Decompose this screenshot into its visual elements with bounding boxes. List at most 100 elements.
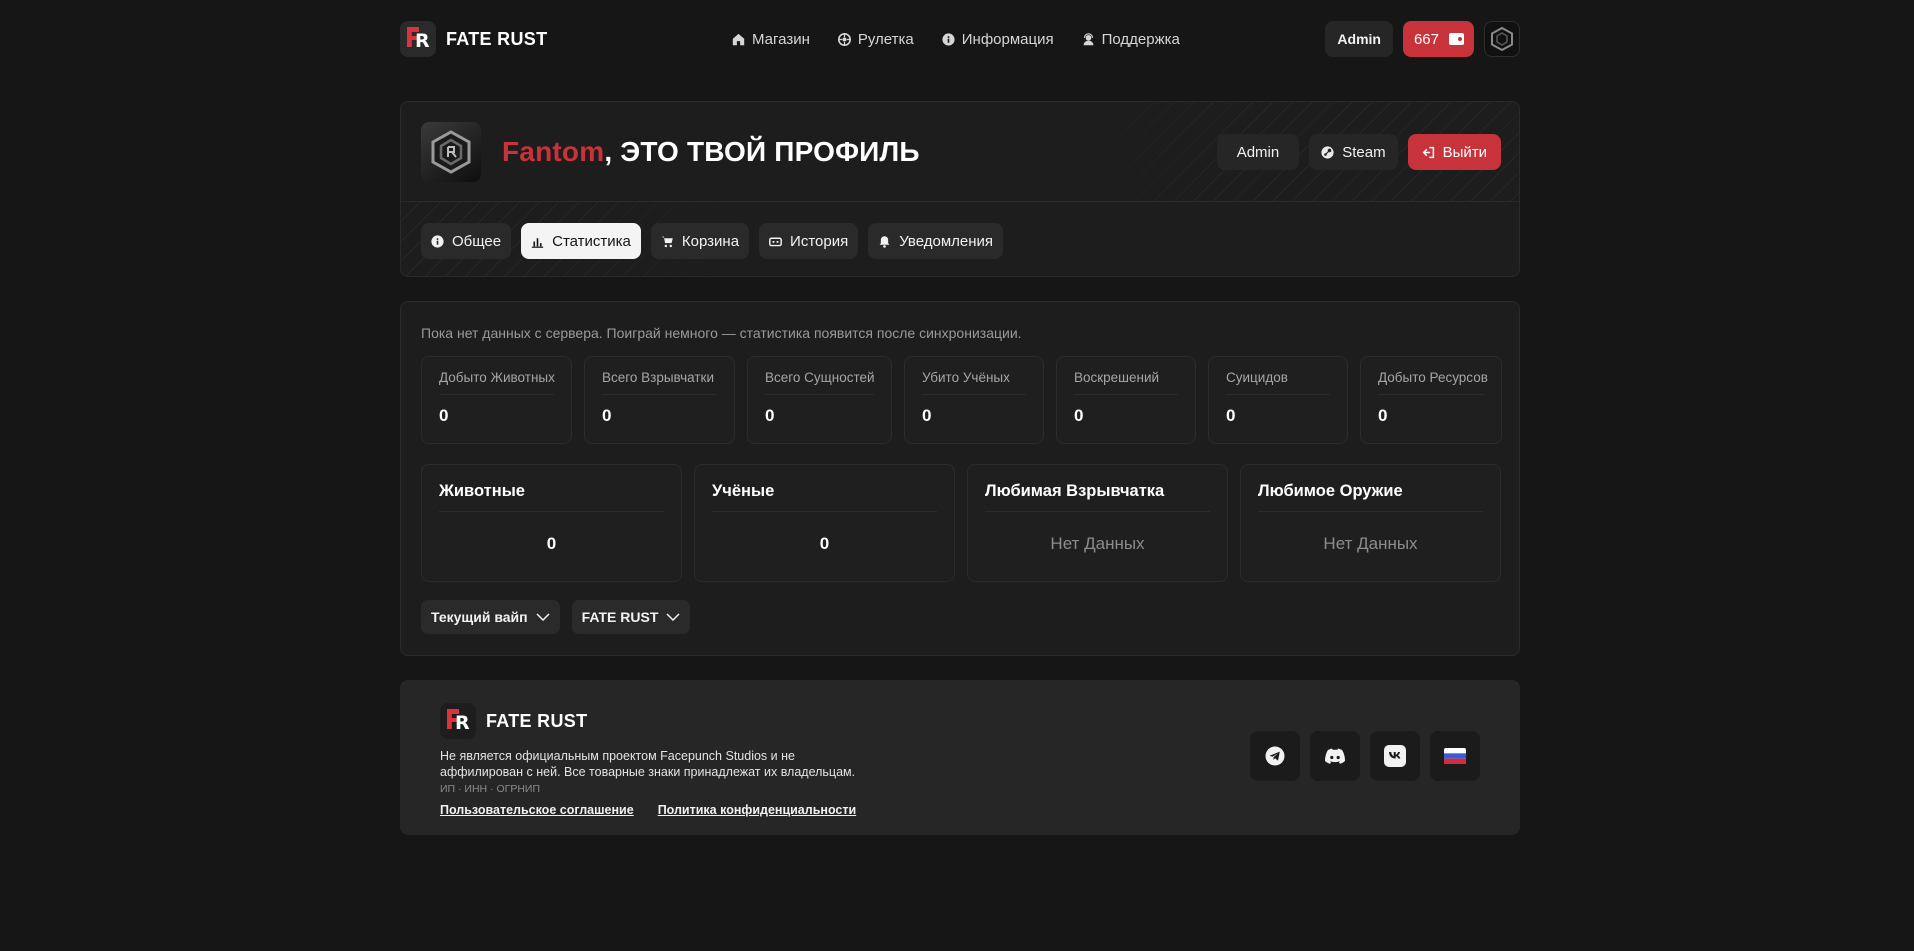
stat-label: Добыто Ресурсов bbox=[1378, 370, 1488, 395]
tab-statistics[interactable]: Статистика bbox=[521, 223, 641, 259]
summary-card-animals: Животные 0 bbox=[421, 464, 682, 582]
server-select[interactable]: FATE RUST bbox=[571, 600, 691, 634]
nav-roulette-label: Рулетка bbox=[857, 30, 914, 48]
chevron-down-icon bbox=[536, 613, 550, 621]
language-russian-button[interactable] bbox=[1430, 731, 1480, 781]
bell-icon bbox=[878, 235, 891, 248]
logout-icon bbox=[1422, 146, 1434, 158]
social-links bbox=[1250, 731, 1480, 781]
history-icon bbox=[769, 235, 782, 248]
stat-value: 0 bbox=[1378, 406, 1388, 425]
profile-nickname: Fantom bbox=[502, 136, 605, 167]
stat-value: 0 bbox=[922, 406, 932, 425]
summary-title: Любимое Оружие bbox=[1258, 482, 1483, 512]
footer-brand[interactable]: R FATE RUST bbox=[440, 703, 587, 739]
profile-avatar bbox=[421, 122, 481, 182]
balance-button[interactable]: 667 bbox=[1402, 21, 1474, 57]
privacy-link[interactable]: Политика конфиденциальности bbox=[658, 803, 856, 817]
stat-value: 0 bbox=[1226, 406, 1236, 425]
balance-amount: 667 bbox=[1413, 30, 1439, 48]
vk-icon bbox=[1384, 745, 1406, 767]
nav-shop[interactable]: Магазин bbox=[732, 31, 810, 48]
stat-card-animals: Добыто Животных 0 bbox=[421, 356, 572, 444]
tab-history-label: История bbox=[790, 232, 849, 250]
steam-icon bbox=[1321, 145, 1334, 159]
site-footer: R FATE RUST Не является официальным прое… bbox=[400, 680, 1520, 835]
stat-card-explosives: Всего Взрывчатки 0 bbox=[584, 356, 735, 444]
stat-value: 0 bbox=[439, 406, 449, 425]
tab-cart-label: Корзина bbox=[681, 232, 740, 250]
steam-label: Steam bbox=[1342, 143, 1386, 161]
nav-support[interactable]: Поддержка bbox=[1082, 31, 1180, 48]
telegram-icon bbox=[1265, 746, 1285, 766]
stat-label: Воскрешений bbox=[1074, 370, 1178, 395]
summary-title: Животные bbox=[439, 482, 664, 512]
nav-shop-label: Магазин bbox=[752, 30, 810, 48]
stat-card-resources: Добыто Ресурсов 0 bbox=[1360, 356, 1502, 444]
nav-info-label: Информация bbox=[961, 30, 1054, 48]
info-icon bbox=[431, 234, 444, 248]
nav-roulette[interactable]: Рулетка bbox=[837, 30, 914, 48]
top-header: R FATE RUST Магазин Рулетка Информация П… bbox=[400, 20, 1520, 58]
summary-card-favorite-explosive: Любимая Взрывчатка Нет Данных bbox=[967, 464, 1228, 582]
discord-icon bbox=[1325, 748, 1345, 764]
profile-tabs: Общее Статистика Корзина История Уведомл… bbox=[421, 223, 1004, 259]
telegram-button[interactable] bbox=[1250, 731, 1300, 781]
logout-button[interactable]: Выйти bbox=[1407, 134, 1501, 170]
fate-rust-logo: R bbox=[400, 21, 436, 57]
profile-admin-label: Admin bbox=[1236, 143, 1280, 161]
terms-link[interactable]: Пользовательское соглашение bbox=[440, 803, 634, 817]
stat-card-scientists: Убито Учёных 0 bbox=[904, 356, 1044, 444]
russia-flag-icon bbox=[1444, 748, 1466, 764]
nav-info[interactable]: Информация bbox=[942, 31, 1054, 48]
summary-value: Нет Данных bbox=[1050, 534, 1145, 553]
stat-card-revives: Воскрешений 0 bbox=[1056, 356, 1196, 444]
tab-cart[interactable]: Корзина bbox=[650, 223, 750, 259]
profile-title: Fantom, ЭТО ТВОЙ ПРОФИЛЬ bbox=[502, 136, 920, 168]
server-select-value: FATE RUST bbox=[581, 609, 659, 625]
logout-label: Выйти bbox=[1442, 143, 1487, 161]
brand-name: FATE RUST bbox=[446, 28, 548, 49]
brand-logo-link[interactable]: R FATE RUST bbox=[400, 21, 547, 57]
roulette-icon bbox=[837, 32, 851, 46]
steam-button[interactable]: Steam bbox=[1309, 134, 1398, 170]
stat-card-entities: Всего Сущностей 0 bbox=[747, 356, 892, 444]
header-admin-button[interactable]: Admin bbox=[1325, 21, 1393, 57]
wipe-select[interactable]: Текущий вайп bbox=[421, 600, 560, 634]
header-actions: Admin 667 bbox=[1325, 21, 1520, 57]
stat-cards-row: Добыто Животных 0 Всего Взрывчатки 0 Все… bbox=[421, 356, 1502, 444]
stat-label: Убито Учёных bbox=[922, 370, 1026, 395]
tab-history[interactable]: История bbox=[759, 223, 859, 259]
fate-rust-logo: R bbox=[440, 703, 476, 739]
summary-value: 0 bbox=[546, 534, 557, 553]
chevron-down-icon bbox=[666, 613, 680, 621]
tab-notifications[interactable]: Уведомления bbox=[868, 223, 1004, 259]
stat-value: 0 bbox=[1074, 406, 1084, 425]
cr-avatar-icon bbox=[1491, 26, 1513, 52]
stat-label: Добыто Животных bbox=[439, 370, 555, 395]
vk-button[interactable] bbox=[1370, 731, 1420, 781]
chart-icon bbox=[531, 235, 544, 248]
tab-statistics-label: Статистика bbox=[552, 232, 631, 250]
stat-value: 0 bbox=[765, 406, 775, 425]
summary-value: Нет Данных bbox=[1323, 534, 1418, 553]
stat-value: 0 bbox=[602, 406, 612, 425]
tab-notifications-label: Уведомления bbox=[899, 232, 994, 250]
profile-admin-button[interactable]: Admin bbox=[1216, 134, 1300, 170]
summary-title: Любимая Взрывчатка bbox=[985, 482, 1210, 512]
profile-card: Fantom, ЭТО ТВОЙ ПРОФИЛЬ Admin Steam Вый… bbox=[400, 101, 1520, 277]
footer-legal: ИП · ИНН · ОГРНИП bbox=[440, 783, 541, 795]
summary-cards-row: Животные 0 Учёные 0 Любимая Взрывчатка Н… bbox=[421, 464, 1501, 582]
profile-divider bbox=[401, 201, 1519, 202]
support-icon bbox=[1082, 32, 1095, 46]
home-icon bbox=[732, 33, 745, 46]
user-avatar[interactable] bbox=[1484, 21, 1520, 57]
discord-button[interactable] bbox=[1310, 731, 1360, 781]
wallet-icon bbox=[1449, 33, 1464, 45]
profile-title-suffix: , ЭТО ТВОЙ ПРОФИЛЬ bbox=[604, 136, 920, 167]
summary-title: Учёные bbox=[712, 482, 937, 512]
tab-general-label: Общее bbox=[452, 232, 502, 250]
profile-actions: Admin Steam Выйти bbox=[1216, 134, 1501, 170]
wipe-select-value: Текущий вайп bbox=[431, 609, 528, 625]
tab-general[interactable]: Общее bbox=[421, 223, 512, 259]
